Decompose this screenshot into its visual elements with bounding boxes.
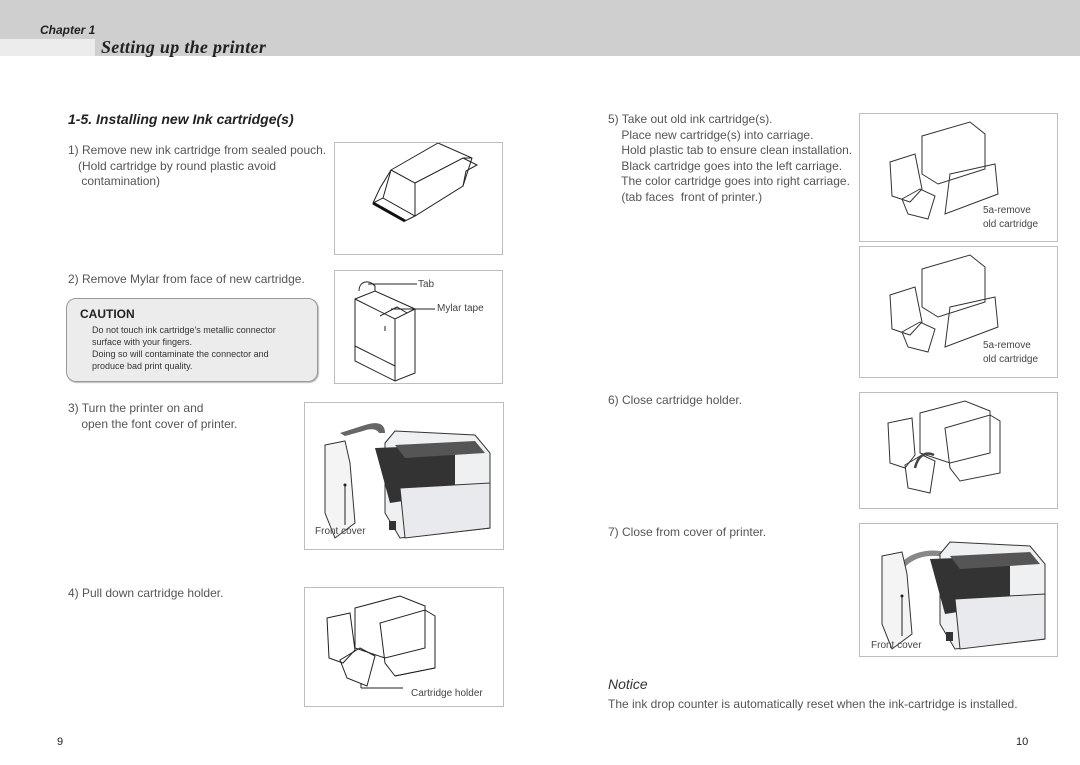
notice-body: The ink drop counter is automatically re… bbox=[608, 697, 1018, 711]
caution-title: CAUTION bbox=[80, 307, 135, 321]
figure-close-cartridge-holder bbox=[859, 392, 1058, 509]
mylar-tape-callout-label: Mylar tape bbox=[437, 303, 484, 314]
chapter-title: Setting up the printer bbox=[101, 37, 267, 57]
cartridge-holder-callout-label: Cartridge holder bbox=[411, 688, 483, 699]
section-title: 1-5. Installing new Ink cartridge(s) bbox=[68, 111, 294, 127]
step-7-text: 7) Close from cover of printer. bbox=[608, 525, 767, 539]
front-cover-callout-label-2: Front cover bbox=[871, 640, 922, 651]
close-cartridge-holder-illustration bbox=[887, 400, 1001, 494]
chapter-label: Chapter 1 bbox=[40, 23, 96, 37]
caution-body: Do not touch ink cartridge's metallic co… bbox=[92, 325, 276, 371]
step-4-text: 4) Pull down cartridge holder. bbox=[68, 586, 224, 600]
step-1-text: 1) Remove new ink cartridge from sealed … bbox=[68, 143, 327, 188]
header-accent bbox=[0, 39, 95, 56]
step-6-text: 6) Close cartridge holder. bbox=[608, 393, 743, 407]
figure-remove-old-cartridge-1: 5a-remove old cartridge bbox=[859, 113, 1058, 242]
front-cover-callout-label: Front cover bbox=[315, 526, 366, 537]
figure-cartridge-pouch bbox=[334, 142, 503, 255]
figure-open-front-cover: Front cover bbox=[304, 402, 504, 550]
figure-cartridge-holder: Cartridge holder bbox=[304, 587, 504, 707]
step-5-text: 5) Take out old ink cartridge(s). Place … bbox=[608, 112, 853, 204]
tab-callout-label: Tab bbox=[418, 279, 435, 290]
remove-old-cartridge-caption-1: 5a-remove old cartridge bbox=[983, 205, 1039, 230]
caution-box: CAUTION Do not touch ink cartridge's met… bbox=[66, 298, 318, 382]
figure-close-front-cover: Front cover bbox=[859, 523, 1058, 657]
cartridge-pouch-illustration bbox=[372, 143, 479, 223]
figure-mylar-removal: Tab Mylar tape bbox=[334, 270, 503, 384]
notice-title: Notice bbox=[608, 676, 648, 692]
printer-close-cover-illustration bbox=[881, 541, 1046, 650]
remove-old-cartridge-caption-2: 5a-remove old cartridge bbox=[983, 340, 1039, 365]
page-number-left: 9 bbox=[57, 736, 64, 748]
page-number-right: 10 bbox=[1016, 736, 1029, 748]
step-2-text: 2) Remove Mylar from face of new cartrid… bbox=[68, 272, 305, 286]
figure-remove-old-cartridge-2: 5a-remove old cartridge bbox=[859, 246, 1058, 378]
step-3-text: 3) Turn the printer on and open the font… bbox=[68, 401, 238, 431]
